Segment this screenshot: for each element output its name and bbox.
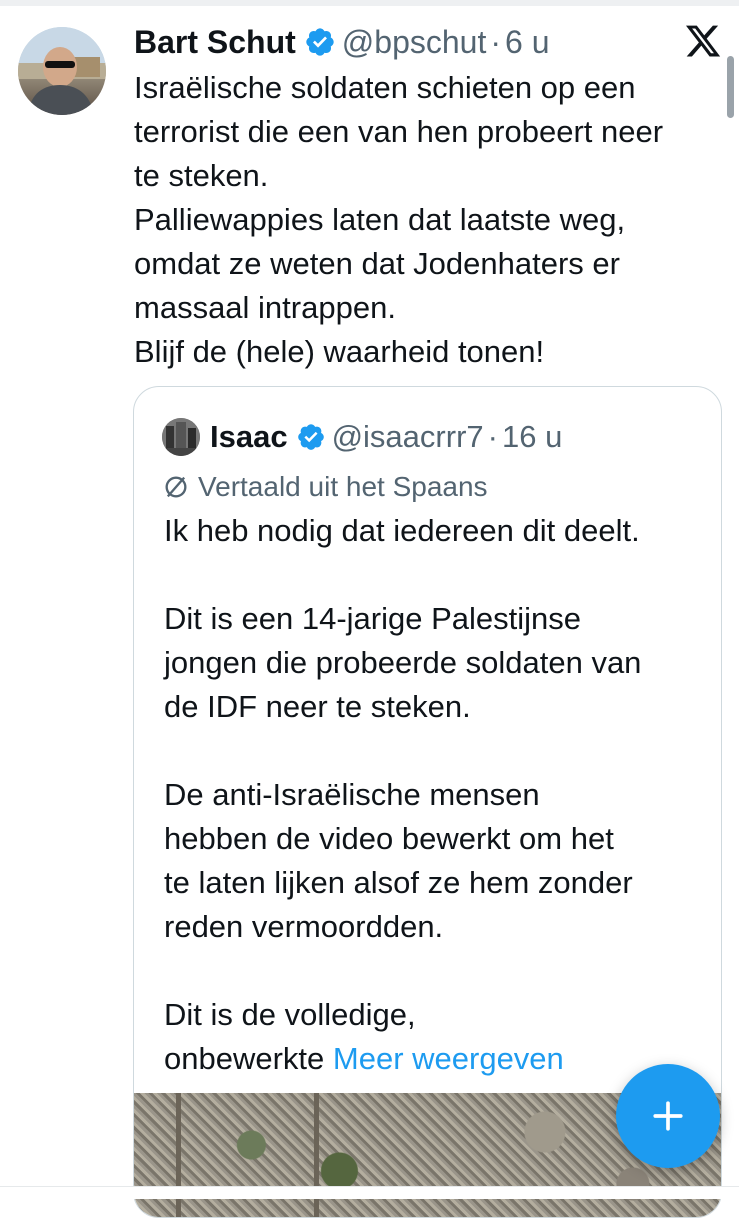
quote-text-line: de IDF neer te steken. [164, 689, 471, 724]
header-separator: · [490, 23, 502, 60]
tweet-text-line: massaal intrappen. [134, 290, 396, 325]
translation-label: Vertaald uit het Spaans [198, 471, 488, 502]
author-handle[interactable]: @bpschut [342, 24, 487, 61]
author-avatar-image [18, 27, 106, 115]
quote-avatar-image [162, 418, 200, 456]
tweet-text: Israëlische soldaten schieten op een ter… [134, 66, 734, 374]
tweet-text-line: terrorist die een van hen probeert neer [134, 114, 664, 149]
quote-text-line: Dit is een 14-jarige Palestijnse [164, 601, 581, 636]
quote-author-name[interactable]: Isaac [210, 419, 288, 455]
quote-author-handle[interactable]: @isaacrrr7 [332, 419, 484, 455]
plus-icon [653, 1101, 683, 1131]
quote-header-separator: · [487, 419, 498, 454]
bottom-edge [0, 1186, 739, 1199]
top-edge [0, 0, 739, 6]
quote-text-prefix: onbewerkte [164, 1041, 333, 1076]
show-more-link[interactable]: Meer weergeven [333, 1041, 564, 1076]
quote-header: Isaac @isaacrrr7 · 16 u [162, 417, 562, 457]
author-avatar[interactable] [18, 27, 106, 115]
x-logo-icon [685, 25, 721, 57]
tweet-text-line: te steken. [134, 158, 269, 193]
quote-text-line: Dit is de volledige, [164, 997, 416, 1032]
media-detail [314, 1093, 319, 1217]
compose-button[interactable] [616, 1064, 720, 1168]
tweet-text-line: Israëlische soldaten schieten op een [134, 70, 636, 105]
tweet-text-line: Palliewappies laten dat laatste weg, [134, 202, 626, 237]
translate-icon [165, 476, 187, 498]
author-name[interactable]: Bart Schut [134, 24, 296, 61]
quote-text-line: De anti-Israëlische mensen [164, 777, 540, 812]
quote-timestamp[interactable]: 16 u [502, 419, 562, 455]
verified-badge-icon [306, 28, 334, 56]
quote-text: Ik heb nodig dat iedereen dit deelt. Dit… [164, 509, 721, 1081]
quote-text-line: reden vermoordden. [164, 909, 444, 944]
verified-badge-icon [297, 424, 324, 450]
quote-author-avatar[interactable] [162, 418, 200, 456]
translation-notice[interactable]: Vertaald uit het Spaans [162, 469, 488, 505]
media-detail [176, 1093, 181, 1217]
quote-text-line: hebben de video bewerkt om het [164, 821, 614, 856]
quote-text-line: jongen die probeerde soldaten van [164, 645, 642, 680]
quote-text-line [164, 949, 721, 993]
quote-text-line: te laten lijken alsof ze hem zonder [164, 865, 633, 900]
tweet-header: Bart Schut @bpschut · 6 u [134, 18, 550, 66]
tweet-timestamp[interactable]: 6 u [505, 24, 549, 61]
tweet-text-line: Blijf de (hele) waarheid tonen! [134, 334, 545, 369]
quote-text-line [164, 553, 721, 597]
quote-text-line: Ik heb nodig dat iedereen dit deelt. [164, 513, 640, 548]
quote-text-line [164, 729, 721, 773]
tweet-text-line: omdat ze weten dat Jodenhaters er [134, 246, 620, 281]
